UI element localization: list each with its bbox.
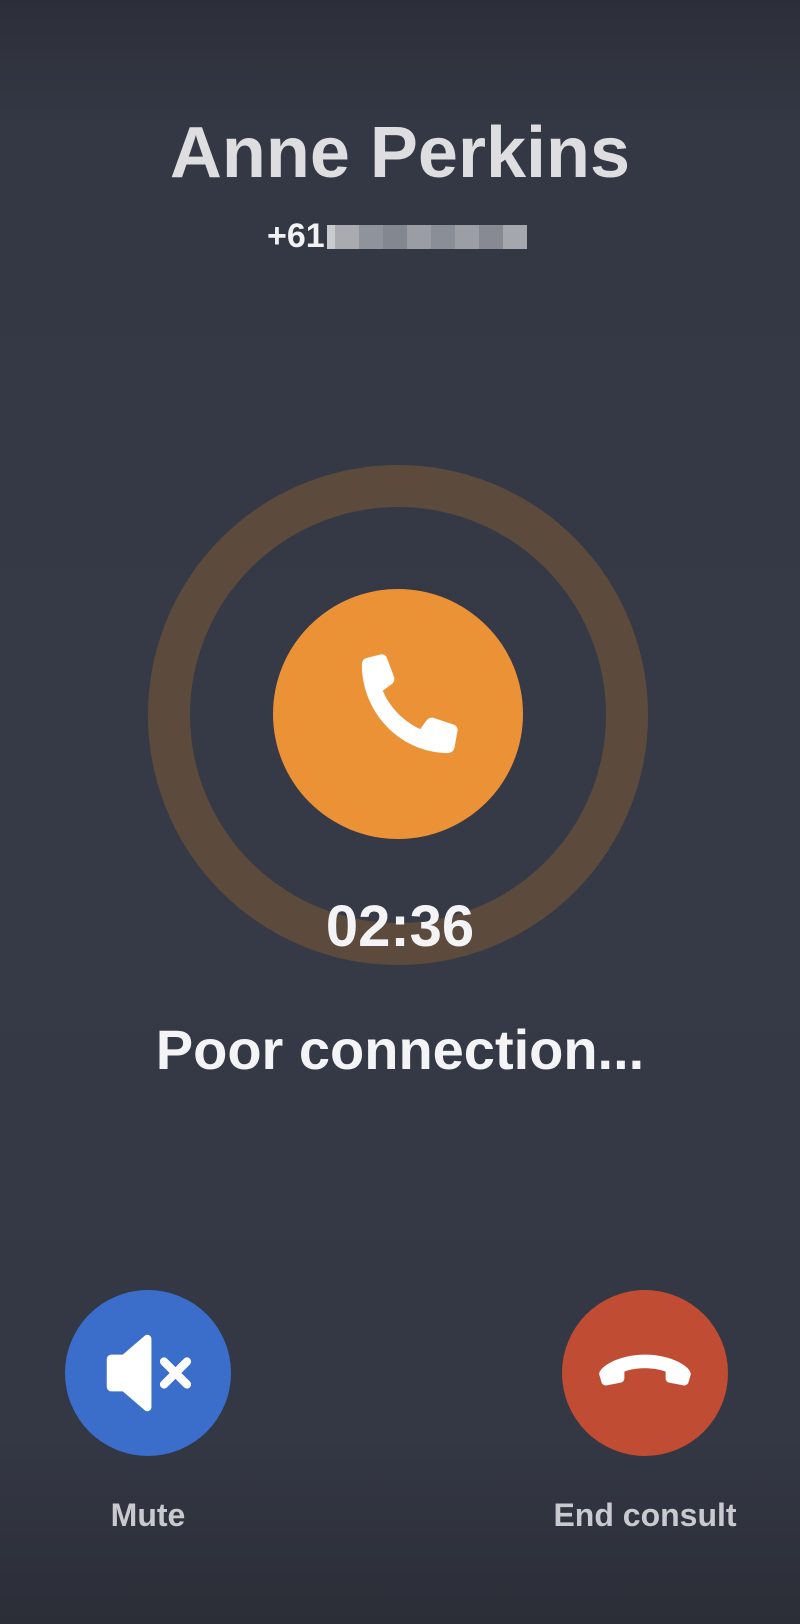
mute-label: Mute xyxy=(110,1497,186,1533)
phone-icon xyxy=(361,654,458,754)
connection-status: Poor connection... xyxy=(155,1018,645,1081)
redacted-number-digits xyxy=(326,225,527,249)
end-consult-button[interactable] xyxy=(562,1290,728,1456)
speaker-muted-icon xyxy=(106,1334,192,1412)
mute-button[interactable] xyxy=(65,1290,231,1456)
call-status-indicator xyxy=(273,589,523,839)
hang-up-icon xyxy=(599,1354,691,1386)
caller-name: Anne Perkins xyxy=(169,113,631,193)
caller-number: +61 xyxy=(267,214,527,258)
call-screen: Anne Perkins +61 02:36 Poor connection..… xyxy=(0,0,800,1624)
end-consult-label: End consult xyxy=(553,1497,737,1533)
caller-number-prefix: +61 xyxy=(267,217,325,255)
call-timer: 02:36 xyxy=(325,894,475,959)
